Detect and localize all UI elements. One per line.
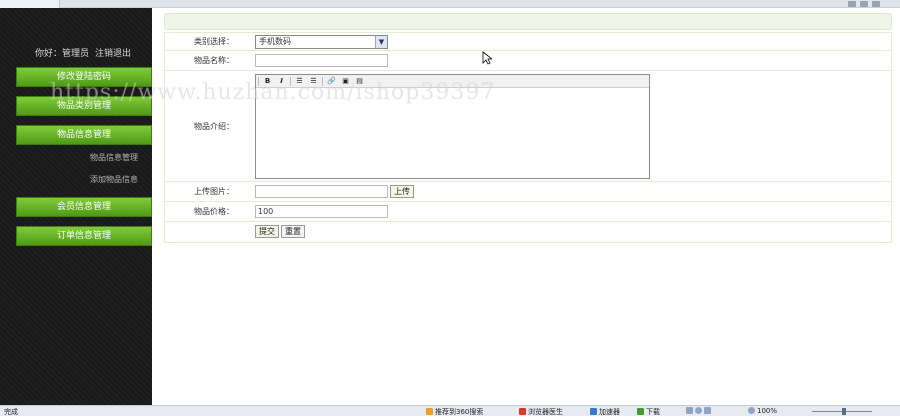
name-row: 物品名称： <box>165 51 891 71</box>
doctor-icon <box>519 408 526 415</box>
browser-top-bar <box>0 0 900 8</box>
minimize-icon[interactable] <box>848 1 856 7</box>
submit-button[interactable]: 提交 <box>255 225 279 238</box>
submenu-item-management[interactable]: 物品信息管理 <box>90 152 138 163</box>
sidebar: 你好：管理员 注销退出 修改登陆密码 物品类别管理 物品信息管理 物品信息管理 添… <box>0 8 152 405</box>
lightbulb-icon <box>426 408 433 415</box>
download-icon <box>637 408 644 415</box>
item-form: 类别选择： 手机数码 ▼ 物品名称： 物品介绍： B I ☰ ☰ 🔗 ▣ ▤ 上… <box>164 32 892 243</box>
refresh-icon[interactable] <box>695 407 702 414</box>
price-label: 物品价格： <box>194 207 234 216</box>
menu-order-management[interactable]: 订单信息管理 <box>16 226 152 246</box>
submenu-add-item[interactable]: 添加物品信息 <box>90 174 138 185</box>
window-icon[interactable] <box>686 407 693 414</box>
upload-label: 上传图片： <box>194 187 234 196</box>
greeting-text: 你好：管理员 <box>35 49 90 59</box>
accelerator-icon <box>590 408 597 415</box>
chevron-down-icon[interactable]: ▼ <box>375 36 387 48</box>
zoom-icon <box>748 407 755 414</box>
sound-icon[interactable] <box>704 407 711 414</box>
main-content: 类别选择： 手机数码 ▼ 物品名称： 物品介绍： B I ☰ ☰ 🔗 ▣ ▤ 上… <box>152 8 900 405</box>
browser-status-bar: 完成 推荐到360搜索 浏览器医生 加速器 下载 100% <box>0 405 900 416</box>
menu-member-management[interactable]: 会员信息管理 <box>16 197 152 217</box>
browser-tab[interactable] <box>0 0 60 8</box>
header-strip <box>164 13 892 30</box>
menu-item-management[interactable]: 物品信息管理 <box>16 125 152 145</box>
category-select-value: 手机数码 <box>259 37 291 46</box>
greeting: 你好：管理员 注销退出 <box>35 46 131 59</box>
watermark-text: https://www.huzhan.com/ishop39397 <box>50 80 496 105</box>
mouse-cursor-icon <box>482 51 492 65</box>
upload-button[interactable]: 上传 <box>390 185 414 198</box>
actions-row: 提交 重置 <box>165 222 891 242</box>
zoom-slider-handle[interactable] <box>842 408 846 415</box>
zoom-level[interactable]: 100% <box>748 407 777 415</box>
status-tool-icons <box>686 407 713 415</box>
category-select[interactable]: 手机数码 ▼ <box>255 35 388 49</box>
upload-row: 上传图片： 上传 <box>165 182 891 202</box>
browser-top-icons <box>844 0 894 8</box>
logout-link[interactable]: 注销退出 <box>95 49 131 59</box>
name-input[interactable] <box>255 54 388 67</box>
name-label: 物品名称： <box>194 56 234 65</box>
price-row: 物品价格： 100 <box>165 202 891 222</box>
upload-path-input[interactable] <box>255 185 388 198</box>
reset-button[interactable]: 重置 <box>281 225 305 238</box>
price-input[interactable]: 100 <box>255 205 388 218</box>
category-label: 类别选择： <box>194 37 234 46</box>
maximize-icon[interactable] <box>860 1 868 7</box>
category-row: 类别选择： 手机数码 ▼ <box>165 33 891 51</box>
close-icon[interactable] <box>872 1 880 7</box>
